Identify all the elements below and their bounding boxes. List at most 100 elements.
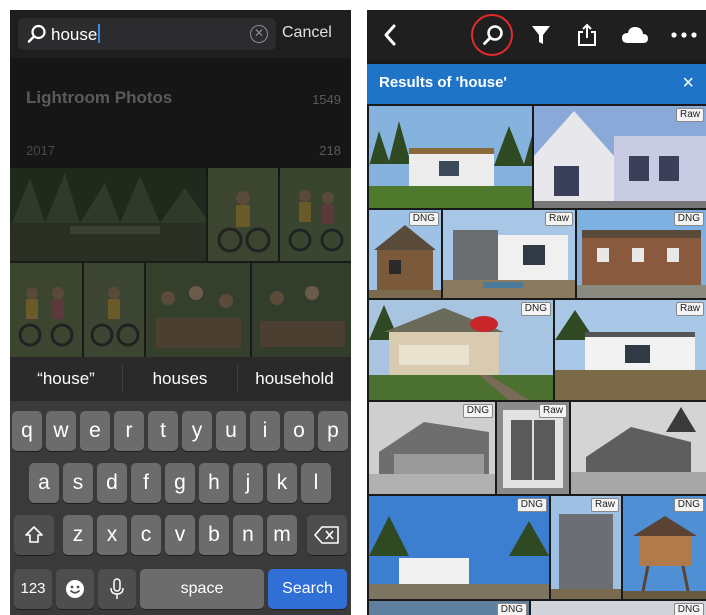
- clear-icon[interactable]: ✕: [250, 25, 268, 43]
- photo-thumbnail[interactable]: [84, 263, 144, 357]
- key-p[interactable]: p: [318, 411, 348, 451]
- photo-thumbnail[interactable]: DNG: [369, 496, 549, 599]
- microphone-icon: [110, 578, 124, 599]
- numbers-key[interactable]: 123: [14, 569, 52, 609]
- delete-key[interactable]: [307, 515, 347, 555]
- shift-icon: [25, 526, 43, 543]
- search-input[interactable]: house ✕: [18, 18, 276, 50]
- photo-thumbnail[interactable]: Raw: [551, 496, 621, 599]
- key-i[interactable]: i: [250, 411, 280, 451]
- key-u[interactable]: u: [216, 411, 246, 451]
- result-count: 218: [319, 143, 341, 158]
- format-badge: DNG: [673, 603, 704, 615]
- shift-key[interactable]: [14, 515, 54, 555]
- search-query: house: [51, 24, 101, 45]
- filter-icon[interactable]: [531, 23, 551, 47]
- suggestion-quoted-house[interactable]: “house”: [10, 357, 122, 401]
- search-bar: house ✕ Cancel: [10, 10, 351, 58]
- microphone-key[interactable]: [98, 569, 136, 609]
- format-badge: DNG: [516, 498, 547, 512]
- photo-thumbnail[interactable]: [10, 168, 206, 261]
- format-badge: DNG: [496, 603, 527, 615]
- key-b[interactable]: b: [199, 515, 229, 555]
- photo-thumbnail[interactable]: [280, 168, 351, 261]
- toolbar: [367, 10, 706, 60]
- search-icon[interactable]: [481, 23, 505, 47]
- key-m[interactable]: m: [267, 515, 297, 555]
- format-badge: DNG: [408, 212, 439, 226]
- photo-thumbnail[interactable]: DNG: [369, 601, 529, 615]
- photo-thumbnail[interactable]: Raw: [443, 210, 575, 298]
- key-j[interactable]: j: [233, 463, 263, 503]
- suggestion-houses[interactable]: houses: [123, 357, 237, 401]
- emoji-icon: [66, 580, 84, 598]
- results-banner: Results of 'house' ×: [367, 64, 706, 104]
- suggestion-household[interactable]: household: [238, 357, 351, 401]
- photo-thumbnail[interactable]: [369, 106, 532, 208]
- text-caret: [98, 24, 101, 43]
- photo-thumbnail[interactable]: DNG: [577, 210, 706, 298]
- share-icon[interactable]: [577, 23, 597, 47]
- photo-thumbnail[interactable]: [252, 263, 351, 357]
- key-y[interactable]: y: [182, 411, 212, 451]
- key-d[interactable]: d: [97, 463, 127, 503]
- format-badge: Raw: [544, 212, 573, 226]
- keyboard: qwertyuiop asdfghjkl zxcvbnm 123 space S…: [10, 401, 351, 615]
- results-label: Results of 'house': [379, 74, 507, 91]
- photo-thumbnail[interactable]: [208, 168, 278, 261]
- photo-thumbnail[interactable]: [146, 263, 250, 357]
- cloud-icon[interactable]: [621, 25, 649, 45]
- key-g[interactable]: g: [165, 463, 195, 503]
- format-badge: DNG: [673, 212, 704, 226]
- close-results-button[interactable]: ×: [682, 72, 694, 95]
- key-v[interactable]: v: [165, 515, 195, 555]
- key-q[interactable]: q: [12, 411, 42, 451]
- photo-thumbnail[interactable]: [10, 263, 82, 357]
- cancel-button[interactable]: Cancel: [282, 24, 332, 42]
- more-icon[interactable]: [671, 32, 697, 38]
- result-title: Lightroom Photos: [26, 88, 173, 107]
- photo-thumbnail[interactable]: Raw: [497, 402, 569, 494]
- key-w[interactable]: w: [46, 411, 76, 451]
- format-badge: Raw: [675, 302, 704, 316]
- result-row-lightroom-photos[interactable]: Lightroom Photos 1549: [10, 58, 351, 134]
- photo-thumbnail[interactable]: Raw: [534, 106, 706, 208]
- search-key[interactable]: Search: [268, 569, 347, 609]
- format-badge: Raw: [590, 498, 619, 512]
- key-c[interactable]: c: [131, 515, 161, 555]
- search-icon: [27, 24, 46, 43]
- suggestion-bar: “house” houses household: [10, 357, 351, 401]
- search-screen: house ✕ Cancel Lightroom Photos 1549 201…: [10, 10, 351, 615]
- result-count: 1549: [312, 92, 341, 107]
- photo-thumbnail[interactable]: DNG: [531, 601, 706, 615]
- back-icon[interactable]: [383, 23, 397, 47]
- format-badge: DNG: [520, 302, 551, 316]
- photo-thumbnail[interactable]: DNG: [369, 300, 553, 400]
- delete-icon: [314, 526, 339, 544]
- photo-thumbnail[interactable]: DNG: [369, 210, 441, 298]
- photo-thumbnail[interactable]: [571, 402, 706, 494]
- key-o[interactable]: o: [284, 411, 314, 451]
- key-k[interactable]: k: [267, 463, 297, 503]
- photo-thumbnail[interactable]: DNG: [623, 496, 706, 599]
- format-badge: DNG: [673, 498, 704, 512]
- key-z[interactable]: z: [63, 515, 93, 555]
- key-h[interactable]: h: [199, 463, 229, 503]
- format-badge: Raw: [538, 404, 567, 418]
- key-f[interactable]: f: [131, 463, 161, 503]
- photo-thumbnail[interactable]: Raw: [555, 300, 706, 400]
- result-title: 2017: [26, 143, 55, 158]
- key-t[interactable]: t: [148, 411, 178, 451]
- key-x[interactable]: x: [97, 515, 127, 555]
- space-key[interactable]: space: [140, 569, 264, 609]
- format-badge: DNG: [462, 404, 493, 418]
- key-l[interactable]: l: [301, 463, 331, 503]
- emoji-key[interactable]: [56, 569, 94, 609]
- key-e[interactable]: e: [80, 411, 110, 451]
- photo-thumbnail[interactable]: DNG: [369, 402, 495, 494]
- key-n[interactable]: n: [233, 515, 263, 555]
- key-a[interactable]: a: [29, 463, 59, 503]
- results-screen: Results of 'house' × Raw DNG Raw DNG DNG…: [367, 10, 706, 615]
- key-r[interactable]: r: [114, 411, 144, 451]
- key-s[interactable]: s: [63, 463, 93, 503]
